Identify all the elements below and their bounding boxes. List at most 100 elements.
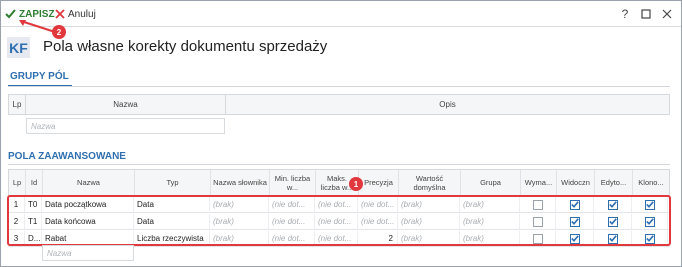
- checkbox-req[interactable]: [532, 216, 543, 227]
- cell-min[interactable]: (nie dot...: [269, 214, 315, 229]
- cell-max[interactable]: (nie dot...: [315, 214, 358, 229]
- cell-prec[interactable]: (nie dot...: [358, 214, 398, 229]
- page-title: Pola własne korekty dokumentu sprzedaży: [43, 38, 328, 55]
- cell-edit[interactable]: [594, 214, 632, 229]
- advanced-table-header: Lp Id Nazwa Typ Nazwa słownika Min. licz…: [8, 169, 670, 196]
- groups-tab[interactable]: GRUPY PÓL: [10, 71, 69, 82]
- annotation-badge-1: 1: [349, 177, 363, 191]
- checkmark-icon: [5, 9, 16, 19]
- checkbox-clone[interactable]: [644, 233, 655, 244]
- cell-edit[interactable]: [594, 197, 632, 212]
- cell-group[interactable]: (brak): [460, 214, 520, 229]
- cell-text: (nie dot...: [361, 200, 395, 209]
- cell-text: (nie dot...: [272, 200, 306, 209]
- cell-dict[interactable]: (brak): [210, 214, 269, 229]
- cell-visible[interactable]: [556, 214, 594, 229]
- column-header[interactable]: Edyto...: [595, 170, 633, 195]
- cell-type[interactable]: Liczba rzeczywista: [134, 231, 210, 246]
- column-header[interactable]: Precyzja: [359, 170, 399, 195]
- cell-min[interactable]: (nie dot...: [269, 197, 315, 212]
- cell-type[interactable]: Data: [134, 214, 210, 229]
- cell-text: (brak): [213, 234, 234, 243]
- checkbox-req[interactable]: [532, 233, 543, 244]
- cell-clone[interactable]: [632, 197, 668, 212]
- column-header[interactable]: Klono...: [633, 170, 669, 195]
- cell-id[interactable]: T0: [25, 197, 42, 212]
- cell-text: (brak): [401, 234, 422, 243]
- column-header[interactable]: Typ: [135, 170, 211, 195]
- checkbox-edit[interactable]: [607, 216, 618, 227]
- cell-prec[interactable]: (nie dot...: [358, 197, 398, 212]
- cell-lp[interactable]: 3: [8, 231, 25, 246]
- cell-lp[interactable]: 2: [8, 214, 25, 229]
- group-name-new-input[interactable]: Nazwa: [26, 118, 225, 134]
- cell-text: (brak): [463, 217, 484, 226]
- cell-max[interactable]: (nie dot...: [315, 197, 358, 212]
- checkmark-icon: [645, 218, 654, 225]
- cell-req[interactable]: [520, 197, 556, 212]
- cell-clone[interactable]: [632, 231, 668, 246]
- cell-name[interactable]: Data końcowa: [42, 214, 134, 229]
- column-header[interactable]: Nazwa słownika: [211, 170, 270, 195]
- dialog-window: ZAPISZ Anuluj ? 2 KF Pola własne korekty…: [0, 0, 682, 267]
- table-row[interactable]: 2 T1 Data końcowa Data (brak) (nie dot... (nie…: [8, 214, 670, 230]
- column-header[interactable]: Lp: [9, 95, 26, 114]
- checkbox-visible[interactable]: [569, 233, 580, 244]
- table-row[interactable]: 1 T0 Data początkowa Data (brak) (nie dot... (…: [8, 197, 670, 213]
- cell-text: T1: [28, 217, 38, 226]
- cell-req[interactable]: [520, 214, 556, 229]
- cell-name[interactable]: Data początkowa: [42, 197, 134, 212]
- cell-req[interactable]: [520, 231, 556, 246]
- checkmark-icon: [570, 235, 579, 242]
- close-window-button[interactable]: [660, 7, 674, 21]
- cell-type[interactable]: Data: [134, 197, 210, 212]
- cell-text: Data końcowa: [45, 217, 96, 226]
- cell-default[interactable]: (brak): [398, 214, 460, 229]
- cell-default[interactable]: (brak): [398, 231, 460, 246]
- checkbox-edit[interactable]: [607, 233, 618, 244]
- checkbox-visible[interactable]: [569, 216, 580, 227]
- column-header[interactable]: Nazwa: [43, 170, 135, 195]
- column-header[interactable]: Widoczn: [557, 170, 595, 195]
- column-header[interactable]: Grupa: [461, 170, 521, 195]
- cell-text: D...: [28, 234, 41, 243]
- column-header[interactable]: Opis: [226, 95, 669, 114]
- cell-text: Rabat: [45, 234, 67, 243]
- cell-visible[interactable]: [556, 231, 594, 246]
- column-header[interactable]: Wartość domyślna: [399, 170, 461, 195]
- cell-group[interactable]: (brak): [460, 197, 520, 212]
- cell-dict[interactable]: (brak): [210, 197, 269, 212]
- cell-min[interactable]: (nie dot...: [269, 231, 315, 246]
- groups-table-header: Lp Nazwa Opis: [8, 94, 670, 115]
- cell-id[interactable]: T1: [25, 214, 42, 229]
- cell-edit[interactable]: [594, 231, 632, 246]
- help-button[interactable]: ?: [618, 7, 632, 21]
- checkbox-visible[interactable]: [569, 199, 580, 210]
- column-header[interactable]: Min. liczba w...: [270, 170, 316, 195]
- cancel-button[interactable]: Anuluj: [55, 5, 96, 23]
- column-header[interactable]: Wyma...: [521, 170, 557, 195]
- cell-max[interactable]: (nie dot...: [315, 231, 358, 246]
- cell-visible[interactable]: [556, 197, 594, 212]
- cell-clone[interactable]: [632, 214, 668, 229]
- cell-lp[interactable]: 1: [8, 197, 25, 212]
- column-header[interactable]: Lp: [9, 170, 26, 195]
- checkbox-clone[interactable]: [644, 199, 655, 210]
- column-header[interactable]: Id: [26, 170, 43, 195]
- cell-text: (nie dot...: [318, 234, 352, 243]
- checkbox-clone[interactable]: [644, 216, 655, 227]
- cell-dict[interactable]: (brak): [210, 231, 269, 246]
- column-header[interactable]: Nazwa: [26, 95, 226, 114]
- cell-prec[interactable]: 2: [358, 231, 398, 246]
- checkbox-edit[interactable]: [607, 199, 618, 210]
- divider: [8, 164, 670, 165]
- cell-name[interactable]: Rabat: [42, 231, 134, 246]
- checkmark-icon: [608, 235, 617, 242]
- maximize-button[interactable]: [639, 7, 653, 21]
- cell-id[interactable]: D...: [25, 231, 42, 246]
- checkbox-req[interactable]: [532, 199, 543, 210]
- toolbar: ZAPISZ Anuluj ?: [1, 1, 681, 27]
- cell-group[interactable]: (brak): [460, 231, 520, 246]
- field-name-new-input[interactable]: Nazwa: [42, 245, 134, 261]
- cell-default[interactable]: (brak): [398, 197, 460, 212]
